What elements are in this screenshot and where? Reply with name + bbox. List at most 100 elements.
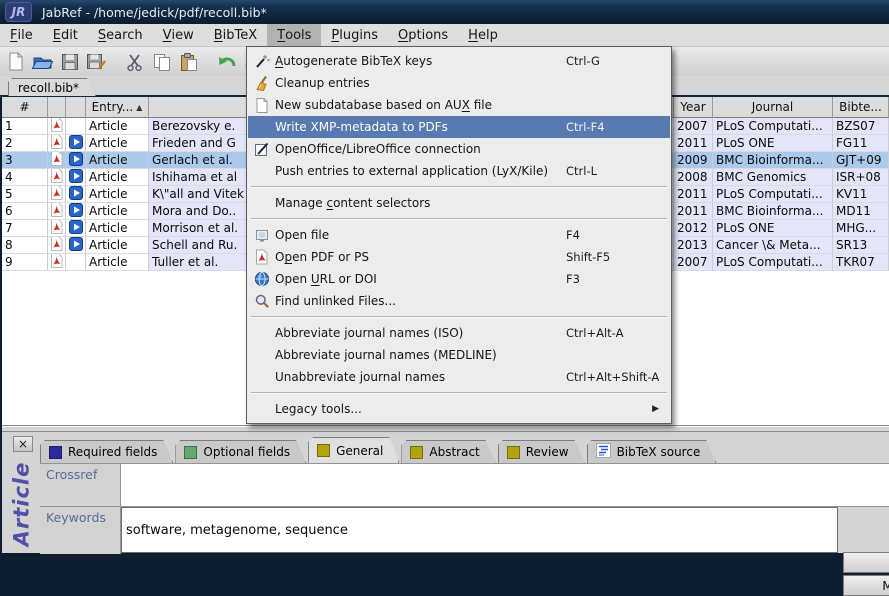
- cell-year[interactable]: 2008: [674, 169, 713, 186]
- url-icon[interactable]: [69, 169, 83, 186]
- column-header-bibte[interactable]: Bibte...: [833, 97, 889, 118]
- cell-bibtexkey[interactable]: BZS07: [833, 118, 889, 135]
- copy-icon[interactable]: [149, 49, 174, 74]
- cell-entrytype[interactable]: Article: [86, 169, 149, 186]
- cell-entrytype[interactable]: Article: [86, 186, 149, 203]
- editor-tab-bibtex-source[interactable]: BibTeX source: [587, 440, 717, 463]
- cell-url[interactable]: [66, 237, 86, 254]
- keywords-input[interactable]: [121, 507, 838, 553]
- cut-icon[interactable]: [122, 49, 147, 74]
- menu-item-legacy-tools[interactable]: Legacy tools...▶: [248, 398, 670, 420]
- menubar-item-plugins[interactable]: Plugins: [321, 24, 388, 46]
- editor-tab-general[interactable]: General: [308, 437, 399, 463]
- pdf-icon[interactable]: [50, 169, 63, 186]
- cell-year[interactable]: 2011: [674, 203, 713, 220]
- menubar-item-view[interactable]: View: [153, 24, 204, 46]
- cell-number[interactable]: 5: [2, 186, 48, 203]
- menu-item-open-url-or-doi[interactable]: Open URL or DOIF3: [248, 268, 670, 290]
- url-icon[interactable]: [69, 186, 83, 203]
- undo-icon[interactable]: [214, 49, 239, 74]
- cell-entrytype[interactable]: Article: [86, 118, 149, 135]
- cell-entrytype[interactable]: Article: [86, 237, 149, 254]
- menubar-item-edit[interactable]: Edit: [43, 24, 88, 46]
- cell-entrytype[interactable]: Article: [86, 135, 149, 152]
- cell-bibtexkey[interactable]: KV11: [833, 186, 889, 203]
- url-icon[interactable]: [69, 203, 83, 220]
- menu-item-autogenerate-bibtex-keys[interactable]: Autogenerate BibTeX keysCtrl-G: [248, 50, 670, 72]
- pdf-icon[interactable]: [50, 135, 63, 152]
- cell-url[interactable]: [66, 186, 86, 203]
- pdf-icon[interactable]: [50, 152, 63, 169]
- cell-year[interactable]: 2011: [674, 186, 713, 203]
- cell-bibtexkey[interactable]: GJT+09: [833, 152, 889, 169]
- cell-pdf[interactable]: [48, 152, 66, 169]
- menu-item-open-pdf-or-ps[interactable]: Open PDF or PSShift-F5: [248, 246, 670, 268]
- menu-item-openoffice-libreoffice-connection[interactable]: OpenOffice/LibreOffice connection: [248, 138, 670, 160]
- cell-journal[interactable]: PLoS Computati...: [713, 118, 833, 135]
- menu-item-open-file[interactable]: Open fileF4: [248, 224, 670, 246]
- cell-url[interactable]: [66, 135, 86, 152]
- cell-number[interactable]: 8: [2, 237, 48, 254]
- cell-pdf[interactable]: [48, 169, 66, 186]
- cell-year[interactable]: 2009: [674, 152, 713, 169]
- pdf-icon[interactable]: [50, 186, 63, 203]
- cell-bibtexkey[interactable]: MD11: [833, 203, 889, 220]
- menubar-item-options[interactable]: Options: [388, 24, 458, 46]
- cell-entrytype[interactable]: Article: [86, 254, 149, 271]
- cell-number[interactable]: 9: [2, 254, 48, 271]
- cell-bibtexkey[interactable]: TKR07: [833, 254, 889, 271]
- cell-entrytype[interactable]: Article: [86, 152, 149, 169]
- pdf-icon[interactable]: [50, 237, 63, 254]
- menu-item-abbreviate-journal-names-medline[interactable]: Abbreviate journal names (MEDLINE): [248, 344, 670, 366]
- cell-number[interactable]: 2: [2, 135, 48, 152]
- cell-year[interactable]: 2007: [674, 254, 713, 271]
- cell-url[interactable]: [66, 169, 86, 186]
- cell-number[interactable]: 4: [2, 169, 48, 186]
- menu-item-push-entries-to-external-application-lyx-kile[interactable]: Push entries to external application (Ly…: [248, 160, 670, 182]
- field-extra-button-2[interactable]: M: [843, 575, 889, 596]
- cell-year[interactable]: 2011: [674, 135, 713, 152]
- menu-item-unabbreviate-journal-names[interactable]: Unabbreviate journal namesCtrl+Alt+Shift…: [248, 366, 670, 388]
- cell-pdf[interactable]: [48, 186, 66, 203]
- crossref-input[interactable]: [121, 464, 889, 506]
- cell-pdf[interactable]: [48, 118, 66, 135]
- pdf-icon[interactable]: [50, 118, 63, 135]
- column-header-journal[interactable]: Journal: [713, 97, 833, 118]
- cell-journal[interactable]: PLoS ONE: [713, 220, 833, 237]
- cell-number[interactable]: 7: [2, 220, 48, 237]
- editor-tab-abstract[interactable]: Abstract: [401, 440, 495, 463]
- cell-pdf[interactable]: [48, 203, 66, 220]
- save-as-icon[interactable]: [84, 49, 109, 74]
- horizontal-splitter[interactable]: [2, 425, 889, 432]
- cell-journal[interactable]: PLoS ONE: [713, 135, 833, 152]
- pdf-icon[interactable]: [50, 254, 63, 271]
- field-extra-button-1[interactable]: [843, 552, 889, 573]
- column-header-item[interactable]: [48, 97, 66, 118]
- cell-number[interactable]: 6: [2, 203, 48, 220]
- cell-url[interactable]: [66, 203, 86, 220]
- editor-tab-optional-fields[interactable]: Optional fields: [175, 440, 306, 463]
- cell-bibtexkey[interactable]: ISR+08: [833, 169, 889, 186]
- cell-bibtexkey[interactable]: SR13: [833, 237, 889, 254]
- save-icon[interactable]: [57, 49, 82, 74]
- menubar-item-file[interactable]: File: [0, 24, 43, 46]
- cell-number[interactable]: 1: [2, 118, 48, 135]
- paste-icon[interactable]: [176, 49, 201, 74]
- cell-journal[interactable]: PLoS Computati...: [713, 254, 833, 271]
- cell-bibtexkey[interactable]: MHG...: [833, 220, 889, 237]
- menubar-item-bibtex[interactable]: BibTeX: [204, 24, 267, 46]
- cell-pdf[interactable]: [48, 237, 66, 254]
- menu-item-write-xmp-metadata-to-pdfs[interactable]: Write XMP-metadata to PDFsCtrl-F4: [248, 116, 670, 138]
- url-icon[interactable]: [69, 135, 83, 152]
- editor-tab-required-fields[interactable]: Required fields: [40, 440, 173, 463]
- cell-pdf[interactable]: [48, 220, 66, 237]
- cell-url[interactable]: [66, 118, 86, 135]
- cell-entrytype[interactable]: Article: [86, 220, 149, 237]
- column-header-year[interactable]: Year: [674, 97, 713, 118]
- menu-item-cleanup-entries[interactable]: Cleanup entries: [248, 72, 670, 94]
- column-header-item[interactable]: [66, 97, 86, 118]
- editor-tab-review[interactable]: Review: [498, 440, 585, 463]
- menubar-item-help[interactable]: Help: [458, 24, 508, 46]
- pdf-icon[interactable]: [50, 203, 63, 220]
- cell-year[interactable]: 2007: [674, 118, 713, 135]
